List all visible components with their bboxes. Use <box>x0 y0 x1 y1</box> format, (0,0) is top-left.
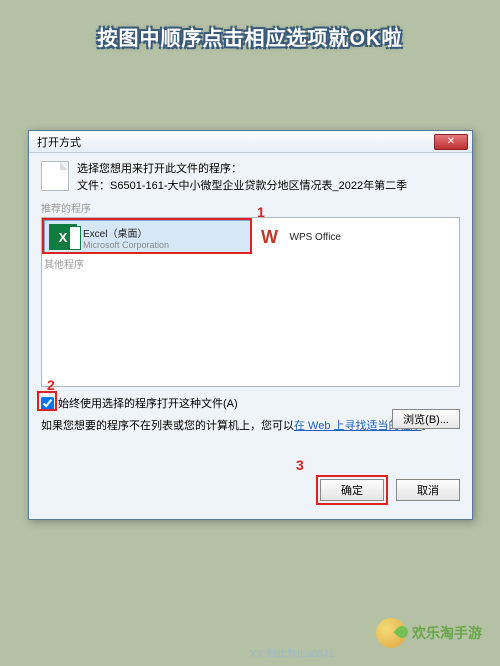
annotation-number-3: 3 <box>296 457 304 473</box>
ok-button[interactable]: 确定 <box>320 479 384 501</box>
hint-prefix: 如果您想要的程序不在列表或您的计算机上，您可以 <box>41 420 294 432</box>
annotation-box-3: 确定 <box>316 475 388 505</box>
brand-name: 欢乐淘手游 <box>412 623 482 643</box>
dialog-title: 打开方式 <box>37 134 434 150</box>
browse-button[interactable]: 浏览(B)... <box>392 409 460 429</box>
open-with-dialog: 打开方式 ✕ 选择您想用来打开此文件的程序： 文件：S6501-161-大中小微… <box>28 130 473 520</box>
instruction-banner: 按图中顺序点击相应选项就OK啦 <box>0 0 500 61</box>
program-publisher: Microsoft Corporation <box>83 240 169 250</box>
program-list[interactable]: 1 X Excel（桌面） Microsoft Corporation W WP… <box>41 217 460 387</box>
close-button[interactable]: ✕ <box>434 134 468 150</box>
always-use-checkbox[interactable] <box>41 397 54 410</box>
prompt-line1: 选择您想用来打开此文件的程序： <box>77 161 407 178</box>
wps-icon: W <box>256 224 284 250</box>
cancel-button[interactable]: 取消 <box>396 479 460 501</box>
watermark-text: XX 到此为止a8841 <box>250 645 334 660</box>
section-other: 其他程序 <box>44 256 457 271</box>
dialog-button-row: 3 确定 取消 <box>316 475 460 505</box>
file-icon <box>41 161 69 191</box>
prompt-text: 选择您想用来打开此文件的程序： 文件：S6501-161-大中小微型企业贷款分地… <box>77 161 407 194</box>
prompt-line2: 文件：S6501-161-大中小微型企业贷款分地区情况表_2022年第二季 <box>77 178 407 195</box>
excel-icon: X <box>49 224 77 250</box>
annotation-number-1: 1 <box>257 204 265 220</box>
program-name: WPS Office <box>290 232 342 243</box>
program-name: Excel（桌面） <box>83 225 169 240</box>
brand-logo: 欢乐淘手游 <box>376 618 482 648</box>
dialog-titlebar: 打开方式 ✕ <box>29 131 472 153</box>
program-item-wps[interactable]: W WPS Office <box>252 220 458 254</box>
program-item-excel[interactable]: X Excel（桌面） Microsoft Corporation <box>44 220 252 254</box>
section-recommended: 推荐的程序 <box>41 200 460 215</box>
logo-icon <box>376 618 406 648</box>
annotation-number-2: 2 <box>47 377 55 393</box>
checkbox-label: 始终使用选择的程序打开这种文件(A) <box>58 395 238 411</box>
